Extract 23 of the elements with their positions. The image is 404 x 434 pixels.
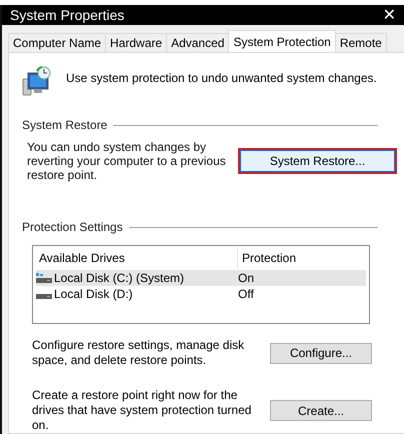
description-text: You can undo system changes by reverting your computer to a previous restore point. <box>27 140 227 182</box>
computer-restore-icon <box>22 65 52 97</box>
tab[interactable]: System Protection <box>228 30 336 52</box>
window-title: System Properties <box>10 7 124 23</box>
tab[interactable]: Computer Name <box>8 33 106 52</box>
action-button[interactable]: Configure... <box>270 342 372 364</box>
group-heading: Protection Settings <box>22 220 123 234</box>
intro-text: Use system protection to undo unwanted system changes. <box>66 71 377 85</box>
description-text: Create a restore point right now for the drives that have system protection turned on. <box>32 388 252 433</box>
close-button[interactable]: ✕ <box>374 5 404 25</box>
system-restore-button[interactable]: System Restore... <box>240 150 395 172</box>
drive-name: Local Disk (C:) (System) <box>54 271 184 285</box>
column-header[interactable]: Protection <box>237 247 366 269</box>
tab[interactable]: Remote <box>334 33 387 52</box>
protection-status: On <box>237 271 256 285</box>
group-heading: System Restore <box>22 118 108 132</box>
description-text: Configure restore settings, manage disk space, and delete restore points. <box>32 338 246 368</box>
protection-status: Off <box>237 287 255 301</box>
drive-name: Local Disk (D:) <box>54 287 133 301</box>
drive-row[interactable]: Local Disk (C:) (System) On <box>36 270 366 286</box>
drive-row[interactable]: Local Disk (D:) Off <box>36 286 366 302</box>
column-header[interactable]: Available Drives <box>36 251 237 265</box>
action-button[interactable]: Create... <box>270 400 372 421</box>
